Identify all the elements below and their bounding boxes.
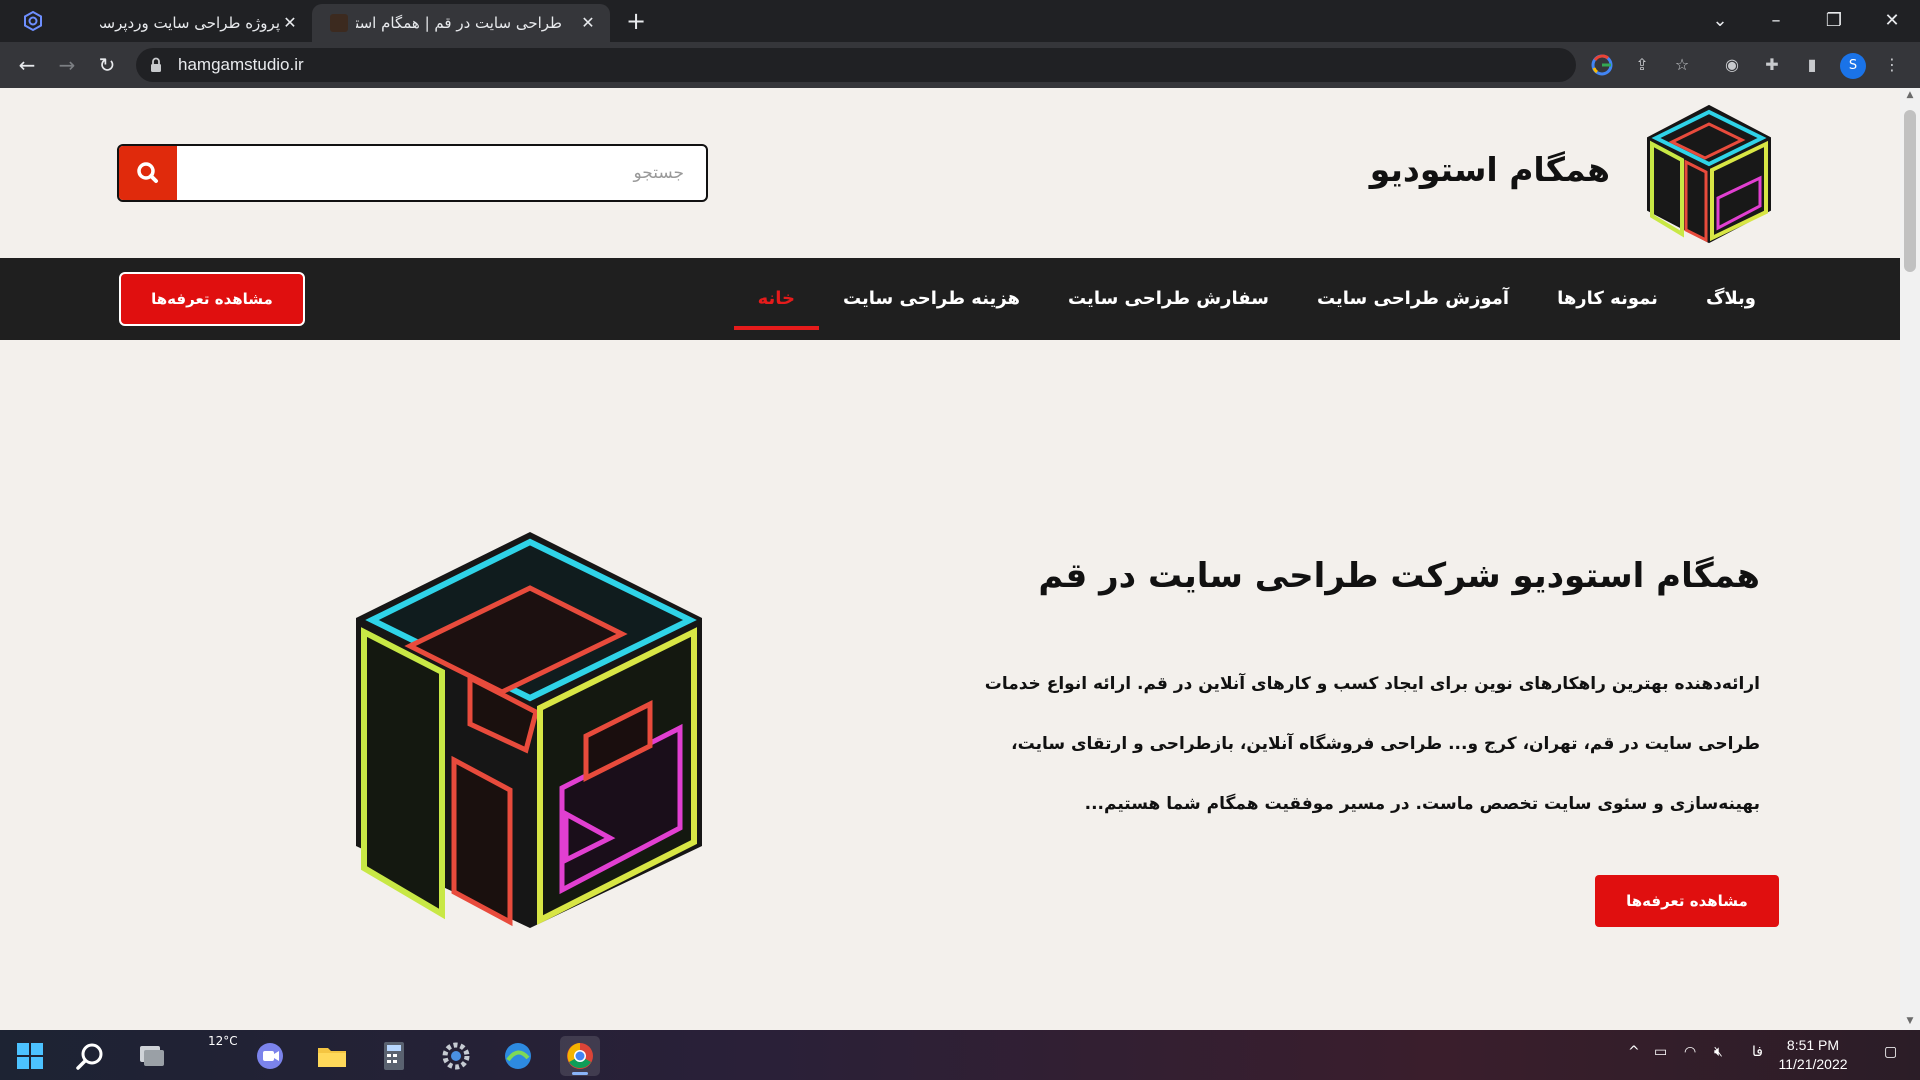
close-window-button[interactable]: ✕ — [1876, 6, 1908, 36]
extension-grammarly-icon[interactable]: ◉ — [1721, 54, 1743, 76]
settings-gear-icon[interactable] — [436, 1036, 476, 1076]
search-button[interactable] — [119, 146, 177, 200]
page-scrollbar[interactable]: ▲ ▼ — [1900, 88, 1920, 1030]
view-pricing-button[interactable]: مشاهده تعرفه‌ها — [119, 272, 305, 326]
clock-date: 11/21/2022 — [1778, 1056, 1848, 1072]
tab-wordpress-project[interactable]: پروژه طراحی سایت وردپرسی ✕ — [72, 4, 306, 42]
search-input[interactable] — [177, 146, 702, 200]
taskbar-clock[interactable]: 8:51 PM 11/21/2022 — [1768, 1036, 1858, 1074]
side-panel-icon[interactable]: ▮ — [1801, 54, 1823, 76]
windows-start-icon[interactable] — [10, 1036, 50, 1076]
tab-search-dropdown-icon[interactable]: ⌄ — [1704, 6, 1736, 36]
nav-item-design-cost[interactable]: هزینه طراحی سایت — [819, 258, 1044, 340]
scroll-up-icon[interactable]: ▲ — [1905, 90, 1915, 100]
chrome-icon — [567, 1043, 593, 1069]
tab-hamgam-studio[interactable]: طراحی سایت در قم | همگام استودیو ✕ — [312, 4, 610, 42]
windows-taskbar: 12°C ^ ▭ ◠ 🔇︎ فا 8:51 PM 11/21/2022 ▢ — [0, 1030, 1920, 1080]
new-tab-button[interactable]: + — [622, 8, 650, 36]
site-favicon-icon — [330, 14, 348, 32]
tab-strip: پروژه طراحی سایت وردپرسی ✕ طراحی سایت در… — [0, 0, 1920, 42]
scroll-down-icon[interactable]: ▼ — [1905, 1016, 1915, 1026]
site-header: همگام استودیو — [0, 88, 1900, 258]
site-logo-icon[interactable] — [1642, 102, 1776, 246]
close-icon[interactable]: ✕ — [578, 13, 598, 33]
bookmark-star-icon[interactable]: ☆ — [1671, 54, 1693, 76]
page-viewport: همگام استودیو خانه هزینه طراحی سایت سفار… — [0, 88, 1900, 1030]
forward-icon[interactable]: → — [52, 50, 82, 80]
volume-muted-icon[interactable]: 🔇︎ — [1714, 1044, 1723, 1060]
search-icon[interactable] — [70, 1036, 110, 1076]
battery-icon[interactable]: ▭ — [1654, 1044, 1667, 1060]
reload-icon[interactable]: ↻ — [92, 50, 122, 80]
nav-links: خانه هزینه طراحی سایت سفارش طراحی سایت آ… — [733, 258, 1780, 340]
extensions-puzzle-icon[interactable]: ✚ — [1761, 54, 1783, 76]
active-app-indicator — [572, 1072, 588, 1075]
task-view-icon[interactable] — [130, 1036, 170, 1076]
share-icon[interactable]: ⇪ — [1631, 54, 1653, 76]
tab-title: طراحی سایت در قم | همگام استودیو — [356, 14, 562, 32]
lock-icon[interactable] — [150, 57, 162, 73]
teams-chat-icon[interactable] — [250, 1036, 290, 1076]
hero-description: ارائه‌دهنده بهترین راهکارهای نوین برای ا… — [984, 674, 1760, 814]
hero-title: همگام استودیو شرکت طراحی سایت در قم — [1038, 556, 1760, 596]
chrome-taskbar-button[interactable] — [560, 1036, 600, 1076]
tab-title: پروژه طراحی سایت وردپرسی — [100, 14, 280, 32]
nav-item-portfolio[interactable]: نمونه کارها — [1533, 258, 1682, 340]
close-icon[interactable]: ✕ — [280, 13, 300, 33]
input-language[interactable]: فا — [1752, 1044, 1763, 1060]
site-search — [117, 144, 708, 202]
back-icon[interactable]: ← — [12, 50, 42, 80]
clock-time: 8:51 PM — [1786, 1037, 1840, 1053]
scrollbar-thumb[interactable] — [1904, 110, 1916, 272]
nav-item-blog[interactable]: وبلاگ — [1682, 258, 1780, 340]
show-hidden-icons-chevron-icon[interactable]: ^ — [1628, 1044, 1640, 1060]
tab-search-icon[interactable] — [22, 10, 44, 32]
nav-item-home[interactable]: خانه — [733, 258, 820, 340]
hero-logo-cube — [356, 532, 702, 928]
notifications-icon[interactable]: ▢ — [1884, 1044, 1897, 1060]
address-bar[interactable]: hamgamstudio.ir — [136, 48, 1576, 82]
search-icon — [137, 162, 158, 183]
nav-item-design-tutorial[interactable]: آموزش طراحی سایت — [1293, 258, 1533, 340]
restore-button[interactable]: ❐ — [1818, 6, 1850, 36]
url-text: hamgamstudio.ir — [178, 55, 304, 74]
weather-temp: 12°C — [208, 1034, 238, 1048]
file-explorer-icon[interactable] — [312, 1036, 352, 1076]
hero-view-pricing-button[interactable]: مشاهده تعرفه‌ها — [1595, 875, 1779, 927]
minimize-button[interactable]: – — [1760, 6, 1792, 36]
browser-toolbar: ← → ↻ hamgamstudio.ir ⇪ ☆ ◉ ✚ ▮ ⋮ — [0, 42, 1920, 88]
nav-item-order-design[interactable]: سفارش طراحی سایت — [1044, 258, 1293, 340]
calculator-icon[interactable] — [374, 1036, 414, 1076]
wifi-icon[interactable]: ◠ — [1684, 1044, 1696, 1060]
menu-kebab-icon[interactable]: ⋮ — [1881, 54, 1903, 76]
site-name[interactable]: همگام استودیو — [1370, 150, 1610, 189]
google-icon[interactable] — [1591, 54, 1613, 76]
profile-avatar[interactable]: S — [1840, 53, 1866, 79]
photos-app-icon[interactable] — [498, 1036, 538, 1076]
main-nav: خانه هزینه طراحی سایت سفارش طراحی سایت آ… — [0, 258, 1900, 340]
